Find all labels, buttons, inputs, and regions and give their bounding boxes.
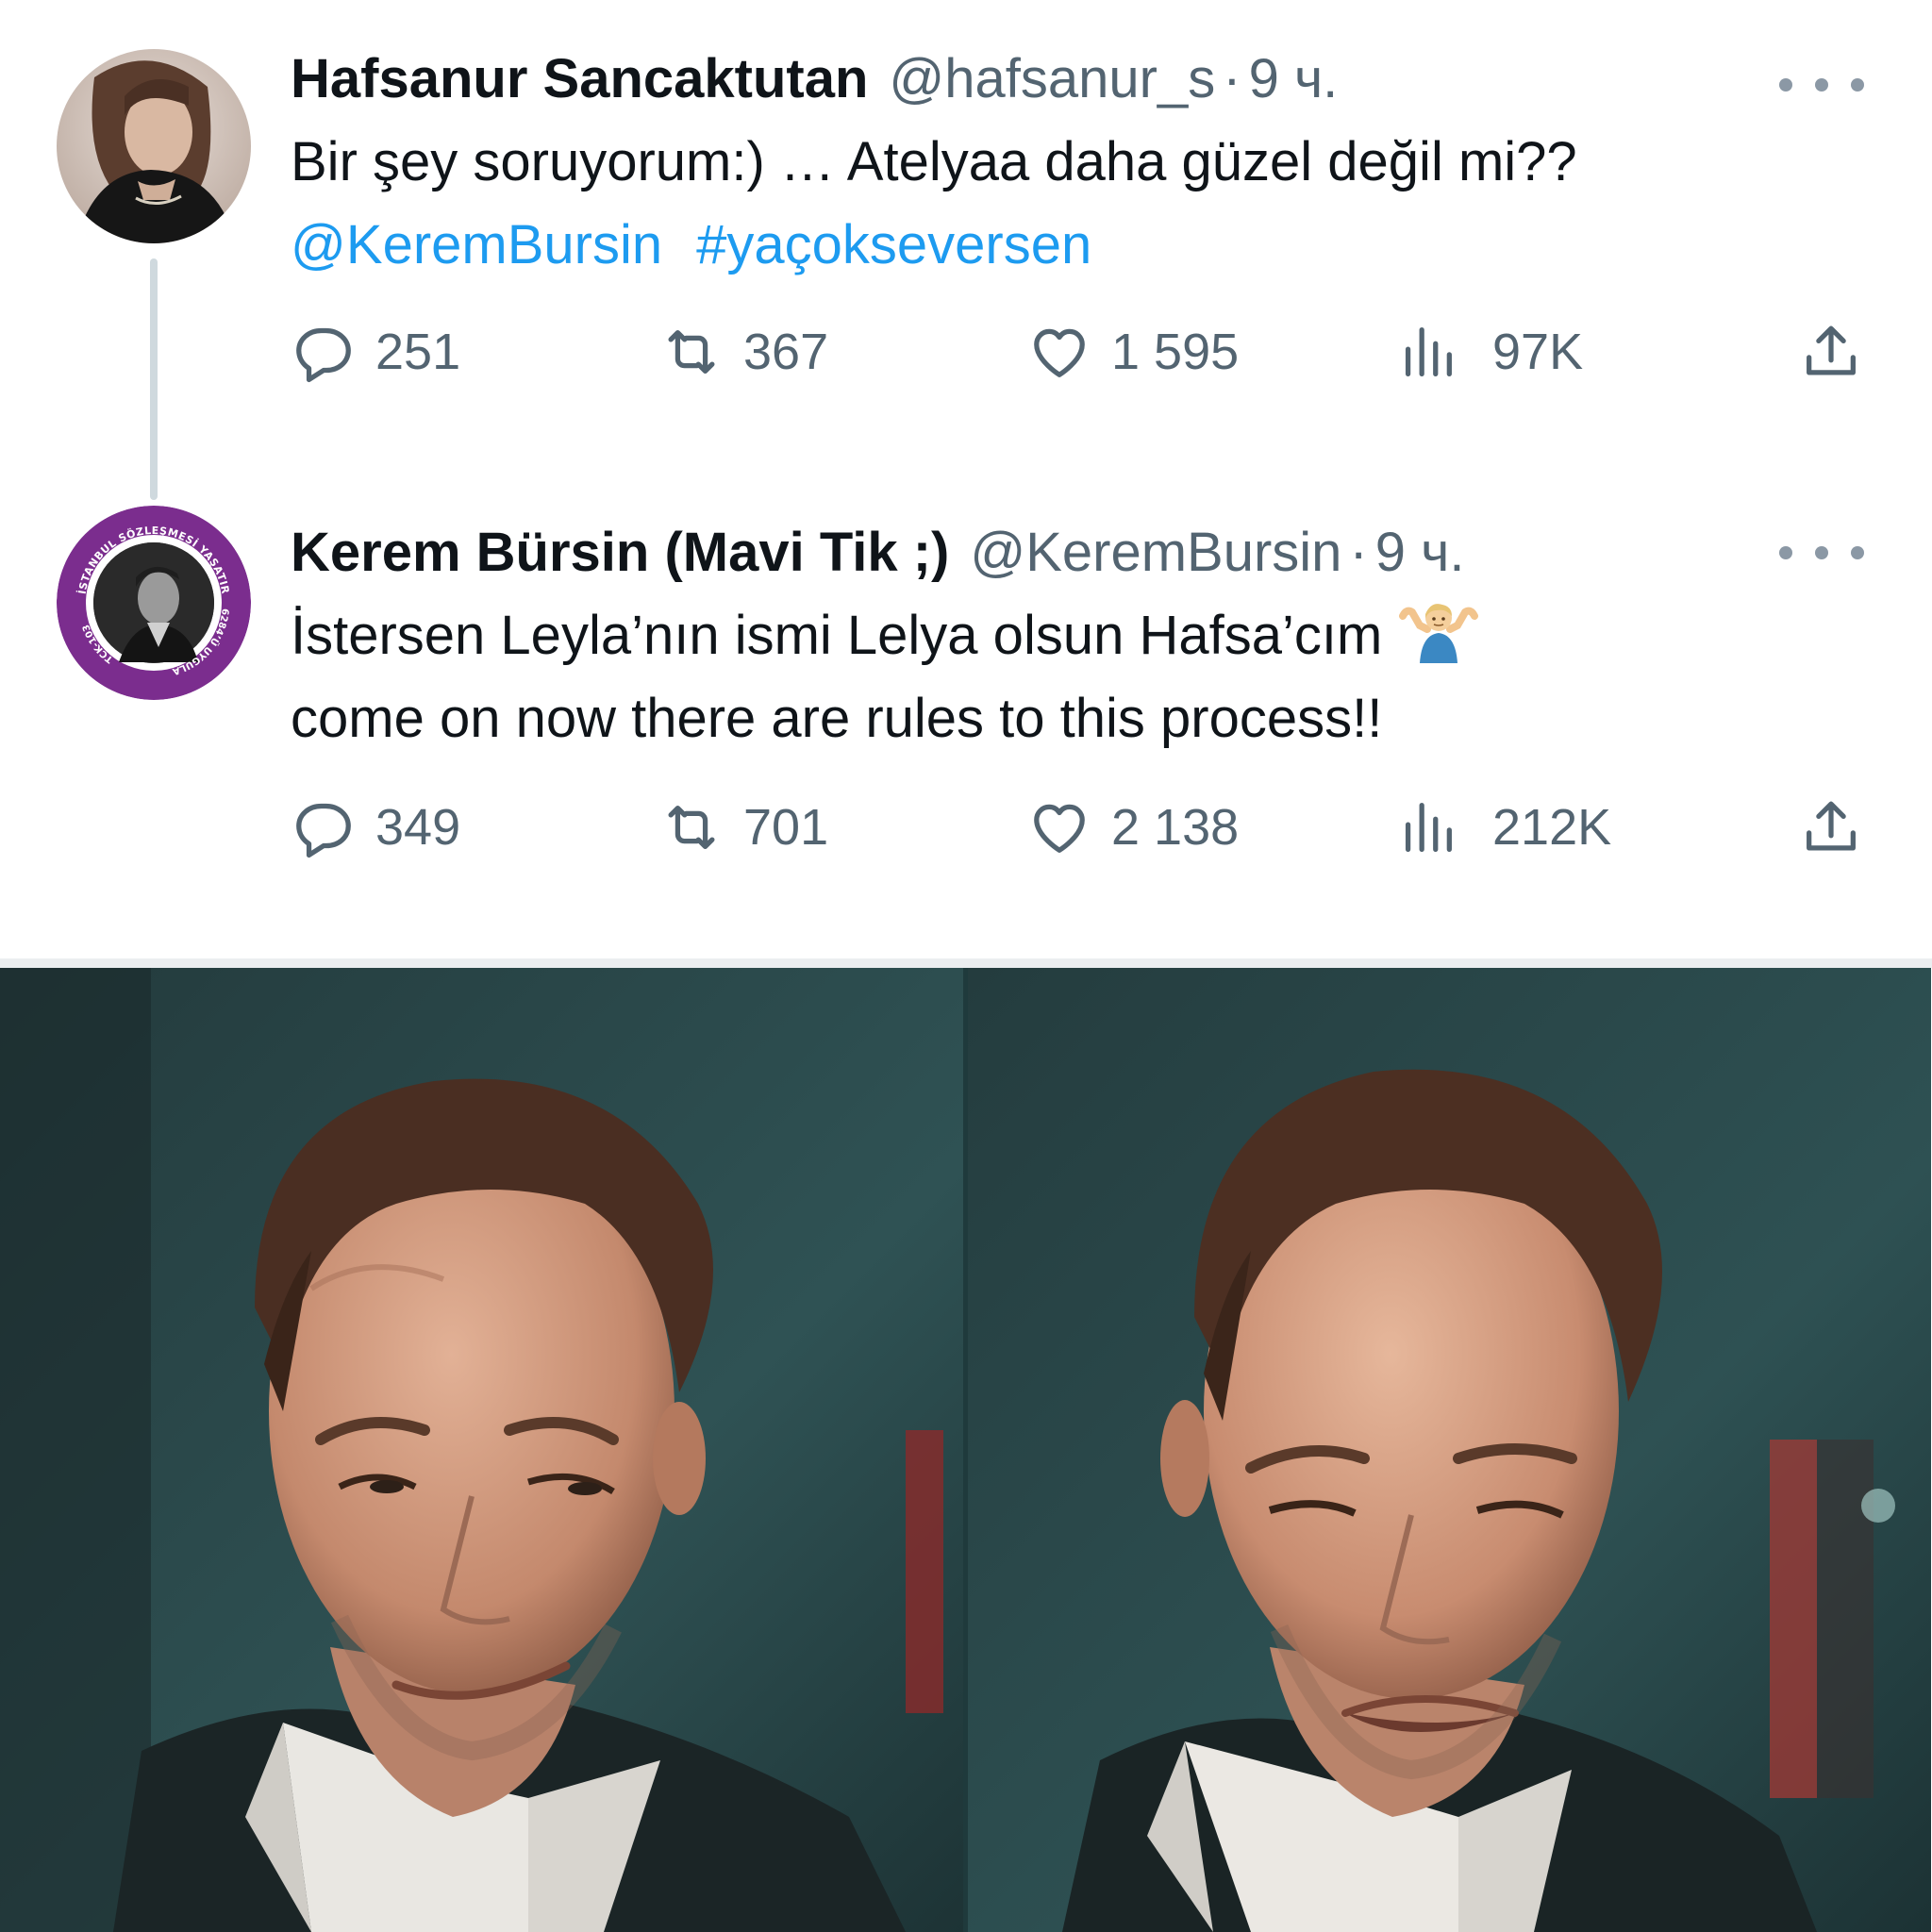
avatar-photo bbox=[57, 49, 251, 243]
timestamp[interactable]: 9 ч. bbox=[1375, 515, 1465, 591]
separator-dot: · bbox=[1349, 522, 1368, 583]
heart-icon bbox=[1034, 804, 1085, 853]
more-icon[interactable] bbox=[1779, 534, 1864, 572]
thread-connector bbox=[150, 258, 158, 500]
tweet-text-line-2: come on now there are rules to this proc… bbox=[291, 688, 1383, 749]
tweet-2-content: Kerem Bürsin (Mavi Tik ;) @KeremBursin ·… bbox=[291, 515, 1857, 760]
reply-button[interactable]: 251 bbox=[291, 319, 460, 385]
tweet-1-header: Hafsanur Sancaktutan @hafsanur_s · 9 ч. bbox=[291, 42, 1857, 117]
share-icon bbox=[1807, 801, 1856, 851]
heart-icon bbox=[1034, 328, 1085, 377]
hashtag-link[interactable]: #yaçokseversen bbox=[696, 214, 1091, 275]
tweet-2-actions: 349 701 2 138 212K bbox=[291, 794, 1875, 860]
reply-icon bbox=[296, 327, 351, 383]
share-button[interactable] bbox=[1798, 794, 1883, 860]
share-button[interactable] bbox=[1798, 319, 1883, 385]
like-count: 1 595 bbox=[1111, 324, 1240, 380]
share-icon bbox=[1807, 325, 1856, 375]
display-name[interactable]: Hafsanur Sancaktutan bbox=[291, 42, 868, 117]
views-icon bbox=[1405, 803, 1452, 852]
views-count: 212K bbox=[1492, 799, 1612, 856]
views-button[interactable]: 212K bbox=[1394, 794, 1611, 860]
photo-collage bbox=[0, 968, 1932, 1932]
man-grimace-photo bbox=[968, 968, 1931, 1932]
like-button[interactable]: 2 138 bbox=[1026, 794, 1239, 860]
handle[interactable]: @KeremBursin bbox=[970, 515, 1341, 591]
avatar-hafsanur[interactable] bbox=[57, 49, 251, 243]
retweet-button[interactable]: 701 bbox=[658, 794, 828, 860]
display-name[interactable]: Kerem Bürsin (Mavi Tik ;) bbox=[291, 515, 949, 591]
views-icon bbox=[1405, 327, 1452, 376]
reply-count: 251 bbox=[375, 324, 461, 380]
separator-dot: · bbox=[1223, 48, 1241, 109]
like-count: 2 138 bbox=[1111, 799, 1240, 856]
reply-button[interactable]: 349 bbox=[291, 794, 460, 860]
views-button[interactable]: 97K bbox=[1394, 319, 1583, 385]
tweet-thread: Hafsanur Sancaktutan @hafsanur_s · 9 ч. … bbox=[0, 0, 1932, 958]
handle[interactable]: @hafsanur_s bbox=[889, 42, 1215, 117]
like-button[interactable]: 1 595 bbox=[1026, 319, 1239, 385]
reply-icon bbox=[296, 803, 351, 858]
retweet-count: 367 bbox=[743, 324, 829, 380]
tweet-1[interactable]: Hafsanur Sancaktutan @hafsanur_s · 9 ч. … bbox=[0, 26, 1932, 500]
tweet-text-line-1: İstersen Leyla’nın ismi Lelya olsun Hafs… bbox=[291, 605, 1383, 666]
avatar-kerem[interactable]: İSTANBUL SÖZLEŞMESİ YAŞATIR 6284’Ü UYGUL… bbox=[57, 506, 251, 700]
timestamp[interactable]: 9 ч. bbox=[1249, 42, 1339, 117]
section-divider bbox=[0, 958, 1932, 968]
reply-count: 349 bbox=[375, 799, 461, 856]
tweet-1-content: Hafsanur Sancaktutan @hafsanur_s · 9 ч. … bbox=[291, 42, 1857, 287]
retweet-button[interactable]: 367 bbox=[658, 319, 828, 385]
tweet-2[interactable]: İSTANBUL SÖZLEŞMESİ YAŞATIR 6284’Ü UYGUL… bbox=[0, 500, 1932, 887]
photo-right bbox=[968, 968, 1931, 1932]
mention-link[interactable]: @KeremBursin bbox=[291, 214, 662, 275]
person-shrugging-emoji bbox=[1399, 604, 1479, 663]
views-count: 97K bbox=[1492, 324, 1584, 380]
tweet-1-actions: 251 367 1 595 97K bbox=[291, 319, 1875, 385]
photo-left bbox=[0, 968, 963, 1932]
tweet-2-text: İstersen Leyla’nın ismi Lelya olsun Hafs… bbox=[291, 594, 1857, 760]
tweet-text-body: Bir şey soruyorum:) … Atelyaa daha güzel… bbox=[291, 131, 1577, 192]
man-smirk-photo bbox=[0, 968, 963, 1932]
tweet-2-header: Kerem Bürsin (Mavi Tik ;) @KeremBursin ·… bbox=[291, 515, 1857, 591]
retweet-count: 701 bbox=[743, 799, 829, 856]
more-icon[interactable] bbox=[1779, 66, 1864, 104]
tweet-1-text: Bir şey soruyorum:) … Atelyaa daha güzel… bbox=[291, 121, 1857, 287]
avatar-badge: İSTANBUL SÖZLEŞMESİ YAŞATIR 6284’Ü UYGUL… bbox=[57, 506, 251, 700]
retweet-icon bbox=[668, 329, 715, 375]
screenshot: Hafsanur Sancaktutan @hafsanur_s · 9 ч. … bbox=[0, 0, 1932, 1932]
retweet-icon bbox=[668, 805, 715, 850]
